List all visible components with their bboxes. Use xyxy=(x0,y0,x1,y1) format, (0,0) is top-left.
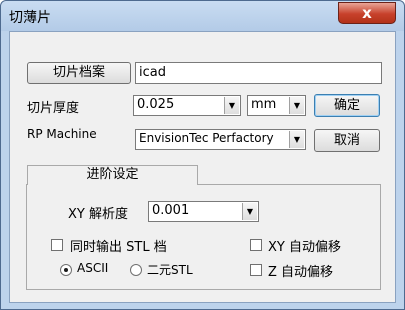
slice-dialog: 切薄片 x 切片档案 icad 切片厚度 0.025 ▼ mm ▼ 确定 RP … xyxy=(0,0,405,310)
rp-machine-value: EnvisionTec Perfactory xyxy=(139,131,274,145)
xy-resolution-combo[interactable]: 0.001 ▼ xyxy=(148,201,259,222)
window-title: 切薄片 xyxy=(9,10,51,26)
thickness-value: 0.025 xyxy=(137,97,175,112)
unit-combo[interactable]: mm ▼ xyxy=(247,95,306,116)
xy-resolution-value: 0.001 xyxy=(152,203,190,218)
chevron-down-icon[interactable]: ▼ xyxy=(224,97,239,114)
thickness-label: 切片厚度 xyxy=(27,101,80,116)
xy-auto-offset-label[interactable]: XY 自动偏移 xyxy=(268,236,341,255)
radio-selected-dot xyxy=(64,268,68,272)
dialog-client-area: 切片档案 icad 切片厚度 0.025 ▼ mm ▼ 确定 RP Machin… xyxy=(9,31,396,303)
close-icon: x xyxy=(362,4,372,22)
ascii-radio[interactable] xyxy=(60,264,72,276)
thickness-combo[interactable]: 0.025 ▼ xyxy=(133,95,241,116)
xy-auto-offset-checkbox[interactable] xyxy=(250,239,262,251)
slice-file-input[interactable]: icad xyxy=(135,62,382,84)
unit-value: mm xyxy=(251,97,277,112)
ok-button[interactable]: 确定 xyxy=(314,94,380,117)
chevron-down-icon[interactable]: ▼ xyxy=(289,131,304,148)
tab-advanced-settings[interactable]: 进阶设定 xyxy=(27,165,198,185)
xy-resolution-label: XY 解析度 xyxy=(68,207,128,222)
z-auto-offset-label[interactable]: Z 自动偏移 xyxy=(268,261,333,280)
close-button[interactable]: x xyxy=(338,2,396,24)
also-export-stl-label[interactable]: 同时输出 STL 档 xyxy=(70,236,167,255)
chevron-down-icon[interactable]: ▼ xyxy=(242,203,257,220)
title-bar[interactable]: 切薄片 x xyxy=(1,1,404,31)
also-export-stl-checkbox[interactable] xyxy=(51,239,63,251)
rp-machine-combo[interactable]: EnvisionTec Perfactory ▼ xyxy=(135,129,306,150)
slice-file-button[interactable]: 切片档案 xyxy=(27,62,131,84)
cancel-button[interactable]: 取消 xyxy=(314,129,380,152)
rp-machine-label: RP Machine xyxy=(27,127,97,141)
z-auto-offset-checkbox[interactable] xyxy=(250,264,262,276)
chevron-down-icon[interactable]: ▼ xyxy=(289,97,304,114)
binary-stl-radio[interactable] xyxy=(130,264,142,276)
binary-stl-radio-label[interactable]: 二元STL xyxy=(147,261,193,278)
ascii-radio-label[interactable]: ASCII xyxy=(77,261,108,275)
